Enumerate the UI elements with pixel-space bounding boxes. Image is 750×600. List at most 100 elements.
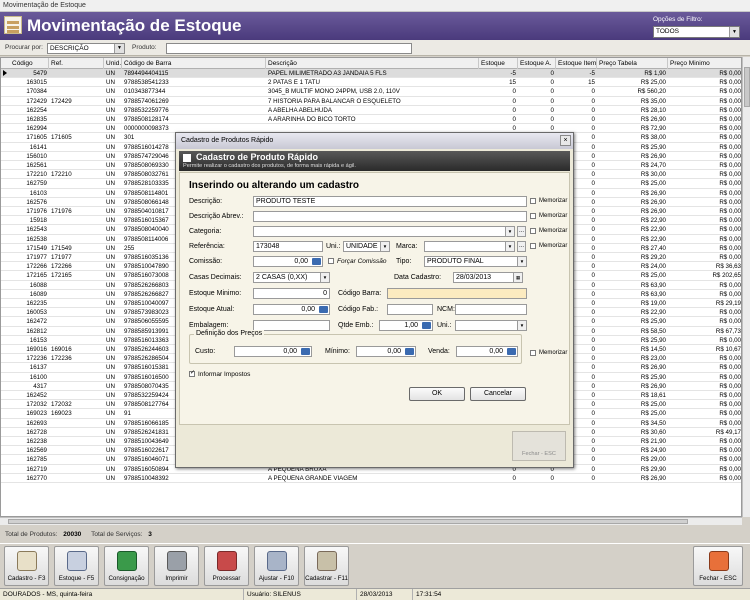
table-row[interactable]: 162254 UN 9788532259776 A ABELHA ABELHUDA 0 0… xyxy=(1,106,741,115)
chevron-down-icon[interactable]: ▼ xyxy=(517,257,526,266)
referencia-input[interactable]: 173048 xyxy=(253,241,323,252)
memorizar-checkbox[interactable] xyxy=(530,213,536,219)
chevron-down-icon[interactable]: ▼ xyxy=(320,273,329,282)
table-cell: R$ 26,90 xyxy=(640,189,666,197)
custo-label: Custo: xyxy=(195,348,216,355)
table-cell: 172210 xyxy=(51,171,72,179)
casas-decimais-select[interactable]: 2 CASAS (0,XX) ▼ xyxy=(253,272,330,283)
scroll-thumb[interactable] xyxy=(744,67,750,107)
processar-button[interactable]: Processar xyxy=(204,546,249,586)
calculator-icon[interactable] xyxy=(319,306,328,313)
memorizar-checkbox[interactable] xyxy=(530,350,536,356)
custo-input[interactable]: 0,00 xyxy=(234,346,312,357)
embalagem-input[interactable] xyxy=(253,320,330,331)
table-row[interactable]: 5479 UN 7894494404115 PAPEL MILIMETRADO A3 … xyxy=(1,69,741,79)
chevron-down-icon[interactable]: ▼ xyxy=(505,242,514,251)
cadastrar-button[interactable]: Cadastrar - F11 xyxy=(304,546,349,586)
table-row[interactable]: 163015 UN 9788538541233 2 PATAS E 1 TATU 15 0… xyxy=(1,78,741,88)
codigo-fab-input[interactable] xyxy=(387,304,433,315)
banner-title: Cadastro de Produto Rápido xyxy=(196,152,319,162)
table-cell: 5479 xyxy=(33,70,47,77)
venda-input[interactable]: 0,00 xyxy=(456,346,518,357)
column-header[interactable]: Preço Minimo xyxy=(668,58,741,69)
calculator-icon[interactable] xyxy=(422,322,431,329)
table-row[interactable]: 172429 172429 UN 9788574061269 7 HISTORIA PA… xyxy=(1,97,741,106)
categoria-select[interactable]: ▼ xyxy=(253,226,515,237)
table-cell: UN xyxy=(106,355,115,363)
qtde-emb-input[interactable]: 1,00 xyxy=(379,320,433,331)
table-cell: R$ 18,61 xyxy=(640,392,666,399)
chevron-down-icon[interactable]: ▼ xyxy=(114,44,124,53)
cadastro-button[interactable]: Cadastro - F3 xyxy=(4,546,49,586)
marca-select[interactable]: ▼ xyxy=(424,241,515,252)
uni-emb-select[interactable]: ▼ xyxy=(455,320,527,331)
filter-select[interactable]: TODOS ▼ xyxy=(653,26,740,38)
close-icon[interactable]: × xyxy=(560,135,571,146)
table-row[interactable]: 162770 UN 9788510048392 A PEQUENA GRANDE VI… xyxy=(1,474,741,483)
imprimir-button[interactable]: Imprimir xyxy=(154,546,199,586)
cancelar-button[interactable]: Cancelar xyxy=(470,387,526,401)
memorizar-checkbox[interactable] xyxy=(530,243,536,249)
uni-select[interactable]: UNIDADE ▼ xyxy=(343,241,390,252)
product-search-input[interactable] xyxy=(166,43,412,54)
column-header[interactable]: Código de Barra xyxy=(122,58,266,69)
codigo-barra-input[interactable] xyxy=(387,288,527,299)
calculator-icon[interactable] xyxy=(405,348,414,355)
table-cell: R$ 0,00 xyxy=(719,106,741,114)
estoque-minimo-input[interactable]: 0 xyxy=(253,288,330,299)
column-header[interactable]: Estoque A. xyxy=(518,58,556,69)
table-cell: R$ 30,60 xyxy=(640,428,666,436)
vertical-scrollbar[interactable] xyxy=(742,57,750,517)
column-header[interactable]: Unid. xyxy=(104,58,122,69)
estoque-atual-input[interactable]: 0,00 xyxy=(253,304,330,315)
memorizar-checkbox[interactable] xyxy=(530,198,536,204)
tipo-select[interactable]: PRODUTO FINAL ▼ xyxy=(424,256,527,267)
descricao-abrev-input[interactable] xyxy=(253,211,527,222)
categoria-browse-button[interactable]: ... xyxy=(517,226,526,237)
column-header[interactable]: Estoque xyxy=(479,58,518,69)
chevron-down-icon[interactable]: ▼ xyxy=(505,227,514,236)
column-header[interactable]: Estoque Item xyxy=(556,58,597,69)
chevron-down-icon[interactable]: ▼ xyxy=(517,321,526,330)
fechar-button[interactable]: Fechar - ESC xyxy=(693,546,743,586)
table-row[interactable]: 170384 UN 010343877344 3045_B MULTIF MONO 2… xyxy=(1,87,741,97)
table-cell: UN xyxy=(106,364,115,372)
ajustar-button[interactable]: Ajustar - F10 xyxy=(254,546,299,586)
column-header[interactable]: Código xyxy=(10,58,49,69)
minimo-input[interactable]: 0,00 xyxy=(356,346,416,357)
chevron-down-icon[interactable]: ▼ xyxy=(380,242,389,251)
descricao-input[interactable]: PRODUTO TESTE xyxy=(253,196,527,207)
memorizar-checkbox[interactable] xyxy=(530,228,536,234)
scroll-thumb[interactable] xyxy=(8,519,688,524)
table-cell: 162994 xyxy=(26,125,47,133)
search-by-select[interactable]: DESCRIÇÃO ▼ xyxy=(47,43,125,54)
marca-browse-button[interactable]: ... xyxy=(517,241,526,252)
table-row[interactable]: 162835 UN 9788508128174 A ARARINHA DO BICO … xyxy=(1,115,741,125)
estoque-button[interactable]: Estoque - F5 xyxy=(54,546,99,586)
ncm-input[interactable] xyxy=(455,304,527,315)
uni-emb-label: Uni.: xyxy=(437,322,452,329)
table-cell: R$ 0,00 xyxy=(719,438,741,445)
horizontal-scrollbar[interactable] xyxy=(0,517,742,525)
column-header[interactable]: Preço Tabela xyxy=(597,58,668,69)
comissao-input[interactable]: 0,00 xyxy=(253,256,323,267)
calculator-icon[interactable] xyxy=(301,348,310,355)
fechar-dialog-button[interactable]: Fechar - ESC xyxy=(512,431,566,461)
consignacao-button[interactable]: Consignação xyxy=(104,546,149,586)
ajustar-button-label: Ajustar - F10 xyxy=(258,575,295,582)
table-cell: UN xyxy=(106,263,115,271)
table-cell: R$ 0,00 xyxy=(719,318,741,326)
chevron-down-icon[interactable]: ▼ xyxy=(729,27,739,37)
calculator-icon[interactable] xyxy=(312,258,321,265)
column-header[interactable]: Descrição xyxy=(266,58,479,69)
codigo-fab-label: Código Fab.: xyxy=(338,306,379,313)
ok-button[interactable]: OK xyxy=(409,387,465,401)
data-cadastro-input[interactable]: 28/03/2013 ▦ xyxy=(453,272,523,283)
forcar-comissao-checkbox[interactable] xyxy=(328,258,334,264)
table-cell xyxy=(49,69,104,78)
table-cell xyxy=(49,152,104,161)
calculator-icon[interactable] xyxy=(507,348,516,355)
calendar-icon[interactable]: ▦ xyxy=(513,273,522,282)
column-header[interactable]: Ref. xyxy=(49,58,104,69)
informar-impostos-checkbox[interactable] xyxy=(189,369,195,377)
